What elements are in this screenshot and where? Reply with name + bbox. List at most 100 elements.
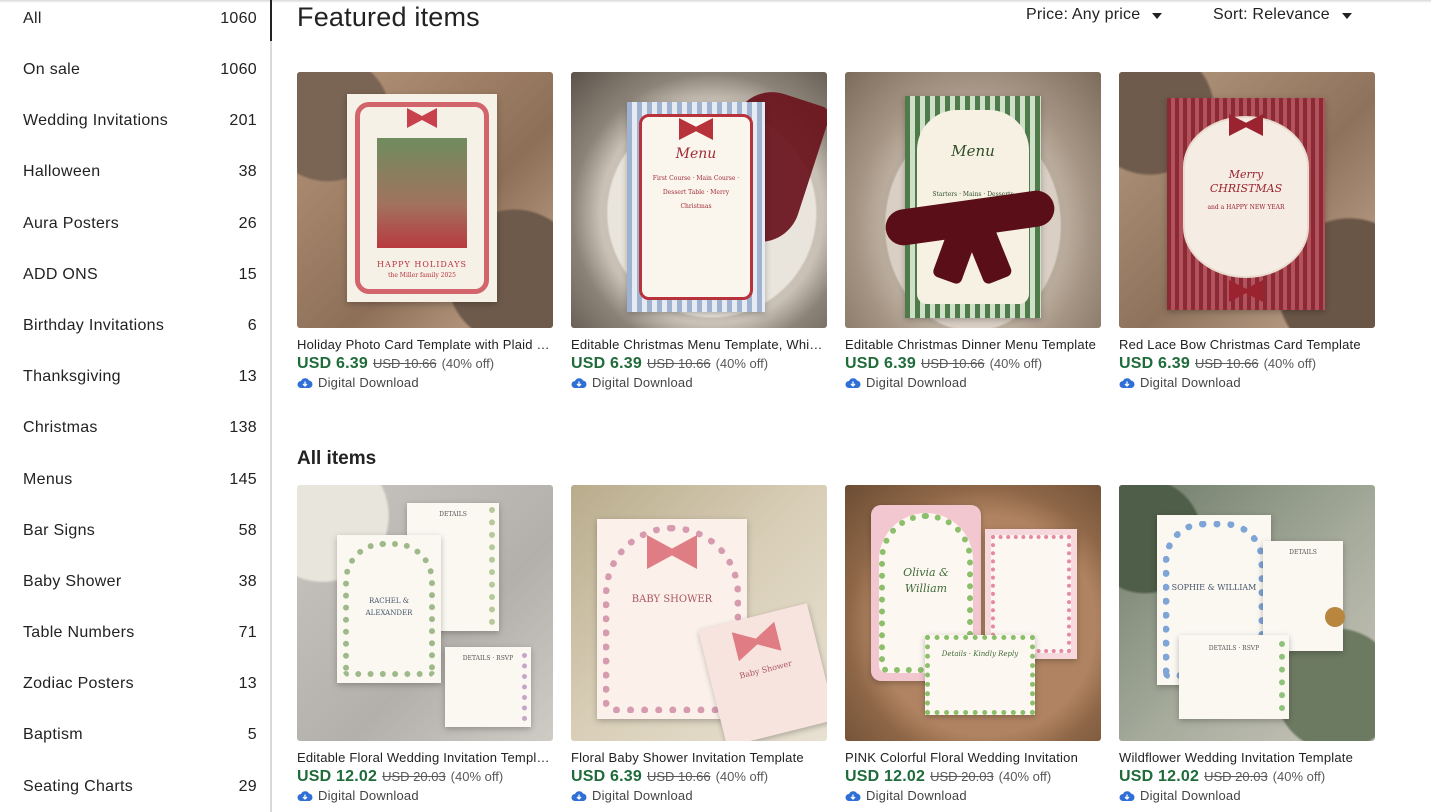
listing-card[interactable]: Olivia & William Details · Kindly Reply … — [845, 485, 1101, 803]
category-menus[interactable]: Menus 145 — [0, 458, 270, 502]
listing-card[interactable]: DETAILS RACHEL & ALEXANDER DETAILS · RSV… — [297, 485, 553, 803]
price-filter-dropdown[interactable]: Price: Any price — [1026, 6, 1163, 24]
price-filter-label: Price: Any price — [1026, 6, 1141, 23]
category-baby-shower[interactable]: Baby Shower 38 — [0, 560, 270, 604]
category-sidebar: All 1060 On sale 1060 Wedding Invitations 2… — [0, 0, 272, 812]
cloud-download-icon — [1119, 790, 1135, 801]
category-add-ons[interactable]: ADD ONS 15 — [0, 253, 270, 297]
category-count: 29 — [238, 778, 257, 795]
listing-title[interactable]: PINK Colorful Floral Wedding Invitation — [845, 750, 1101, 765]
listing-image[interactable]: Olivia & William Details · Kindly Reply — [845, 485, 1101, 741]
card-headline: SOPHIE & WILLIAM — [1171, 583, 1257, 592]
category-label: Baby Shower — [23, 573, 122, 590]
listing-image[interactable]: Menu First Course · Main Course · Desser… — [571, 72, 827, 328]
category-label: Baptism — [23, 726, 83, 743]
category-label: Christmas — [23, 419, 98, 436]
original-price: USD 10.66 — [646, 769, 711, 784]
category-bar-signs[interactable]: Bar Signs 58 — [0, 509, 270, 553]
listing-title[interactable]: Holiday Photo Card Template with Plaid B… — [297, 337, 553, 352]
listing-card[interactable]: BABY SHOWER Baby Shower Floral Baby Show… — [571, 485, 827, 803]
category-on-sale[interactable]: On sale 1060 — [0, 48, 270, 92]
delivery-row: Digital Download — [571, 375, 827, 390]
delivery-label: Digital Download — [592, 788, 693, 803]
featured-listing-card[interactable]: Menu First Course · Main Course · Desser… — [571, 72, 827, 390]
delivery-label: Digital Download — [866, 375, 967, 390]
lace-doily — [1189, 122, 1303, 272]
price-row: USD 6.39 USD 10.66 (40% off) — [571, 768, 827, 786]
category-table-numbers[interactable]: Table Numbers 71 — [0, 611, 270, 655]
listing-image[interactable]: DETAILS RACHEL & ALEXANDER DETAILS · RSV… — [297, 485, 553, 741]
featured-listing-card[interactable]: Merry CHRISTMAS and a HAPPY NEW YEAR Red… — [1119, 72, 1375, 390]
card-subline: Baby Shower — [738, 658, 793, 681]
category-label: Table Numbers — [23, 624, 135, 641]
category-count: 71 — [238, 624, 257, 641]
delivery-row: Digital Download — [1119, 788, 1375, 803]
listing-area: Featured items Price: Any price Sort: Re… — [297, 0, 1407, 812]
discount-label: (40% off) — [715, 769, 769, 784]
category-count: 138 — [229, 419, 257, 436]
bow-icon — [1229, 280, 1263, 302]
featured-listing-card[interactable]: Menu Starters · Mains · Desserts Editabl… — [845, 72, 1101, 390]
featured-section-title: Featured items — [297, 2, 480, 32]
card-headline: BABY SHOWER — [631, 594, 713, 605]
category-all[interactable]: All 1060 — [0, 0, 272, 41]
cloud-download-icon — [297, 377, 313, 388]
listing-card[interactable]: SOPHIE & WILLIAM DETAILS DETAILS · RSVP … — [1119, 485, 1375, 803]
original-price: USD 20.03 — [930, 769, 994, 784]
card-subline: and a HAPPY NEW YEAR — [1207, 204, 1285, 211]
delivery-label: Digital Download — [592, 375, 693, 390]
original-price: USD 10.66 — [372, 356, 437, 371]
discount-label: (40% off) — [450, 769, 504, 784]
sort-dropdown[interactable]: Sort: Relevance — [1213, 6, 1352, 24]
category-wedding-invitations[interactable]: Wedding Invitations 201 — [0, 99, 270, 143]
category-thanksgiving[interactable]: Thanksgiving 13 — [0, 355, 270, 399]
listing-title[interactable]: Editable Christmas Dinner Menu Template — [845, 337, 1101, 352]
category-count: 1060 — [220, 10, 257, 27]
category-label: Menus — [23, 471, 73, 488]
listing-title[interactable]: Wildflower Wedding Invitation Template — [1119, 750, 1375, 765]
price-row: USD 12.02 USD 20.03 (40% off) — [845, 768, 1101, 786]
delivery-label: Digital Download — [1140, 788, 1241, 803]
listing-title[interactable]: Floral Baby Shower Invitation Template — [571, 750, 827, 765]
listing-image[interactable]: HAPPY HOLIDAYS the Miller family 2025 — [297, 72, 553, 328]
cloud-download-icon — [845, 790, 861, 801]
wax-seal — [1325, 607, 1345, 627]
category-baptism[interactable]: Baptism 5 — [0, 713, 270, 757]
category-halloween[interactable]: Halloween 38 — [0, 150, 270, 194]
listing-image[interactable]: BABY SHOWER Baby Shower — [571, 485, 827, 741]
card-subline: First Course · Main Course · Dessert Tab… — [652, 175, 740, 210]
price-row: USD 6.39 USD 10.66 (40% off) — [297, 355, 553, 373]
listing-image[interactable]: Merry CHRISTMAS and a HAPPY NEW YEAR — [1119, 72, 1375, 328]
category-zodiac-posters[interactable]: Zodiac Posters 13 — [0, 662, 270, 706]
category-count: 6 — [247, 317, 257, 334]
cloud-download-icon — [571, 790, 587, 801]
category-count: 13 — [238, 675, 257, 692]
sort-label: Sort: Relevance — [1213, 6, 1330, 23]
featured-listing-card[interactable]: HAPPY HOLIDAYS the Miller family 2025 Ho… — [297, 72, 553, 390]
discount-label: (40% off) — [989, 356, 1043, 371]
category-label: Birthday Invitations — [23, 317, 165, 334]
sale-price: USD 6.39 — [571, 355, 642, 372]
listing-title[interactable]: Editable Christmas Menu Template, Whimsi… — [571, 337, 827, 352]
category-christmas[interactable]: Christmas 138 — [0, 406, 270, 450]
family-photo — [377, 138, 467, 248]
delivery-label: Digital Download — [318, 375, 419, 390]
delivery-label: Digital Download — [866, 788, 967, 803]
card-headline: Olivia & William — [903, 566, 949, 595]
category-label: Bar Signs — [23, 522, 96, 539]
category-count: 38 — [238, 573, 257, 590]
listing-image[interactable]: SOPHIE & WILLIAM DETAILS DETAILS · RSVP — [1119, 485, 1375, 741]
card-subline: Details · Kindly Reply — [941, 650, 1019, 658]
delivery-row: Digital Download — [845, 375, 1101, 390]
category-birthday-invitations[interactable]: Birthday Invitations 6 — [0, 304, 270, 348]
sale-price: USD 6.39 — [297, 355, 368, 372]
sale-price: USD 12.02 — [845, 768, 926, 785]
listing-image[interactable]: Menu Starters · Mains · Desserts — [845, 72, 1101, 328]
original-price: USD 20.03 — [1204, 769, 1268, 784]
category-label: Aura Posters — [23, 215, 120, 232]
category-aura-posters[interactable]: Aura Posters 26 — [0, 202, 270, 246]
cloud-download-icon — [297, 790, 313, 801]
category-seating-charts[interactable]: Seating Charts 29 — [0, 765, 270, 809]
listing-title[interactable]: Editable Floral Wedding Invitation Templ… — [297, 750, 553, 765]
listing-title[interactable]: Red Lace Bow Christmas Card Template — [1119, 337, 1375, 352]
